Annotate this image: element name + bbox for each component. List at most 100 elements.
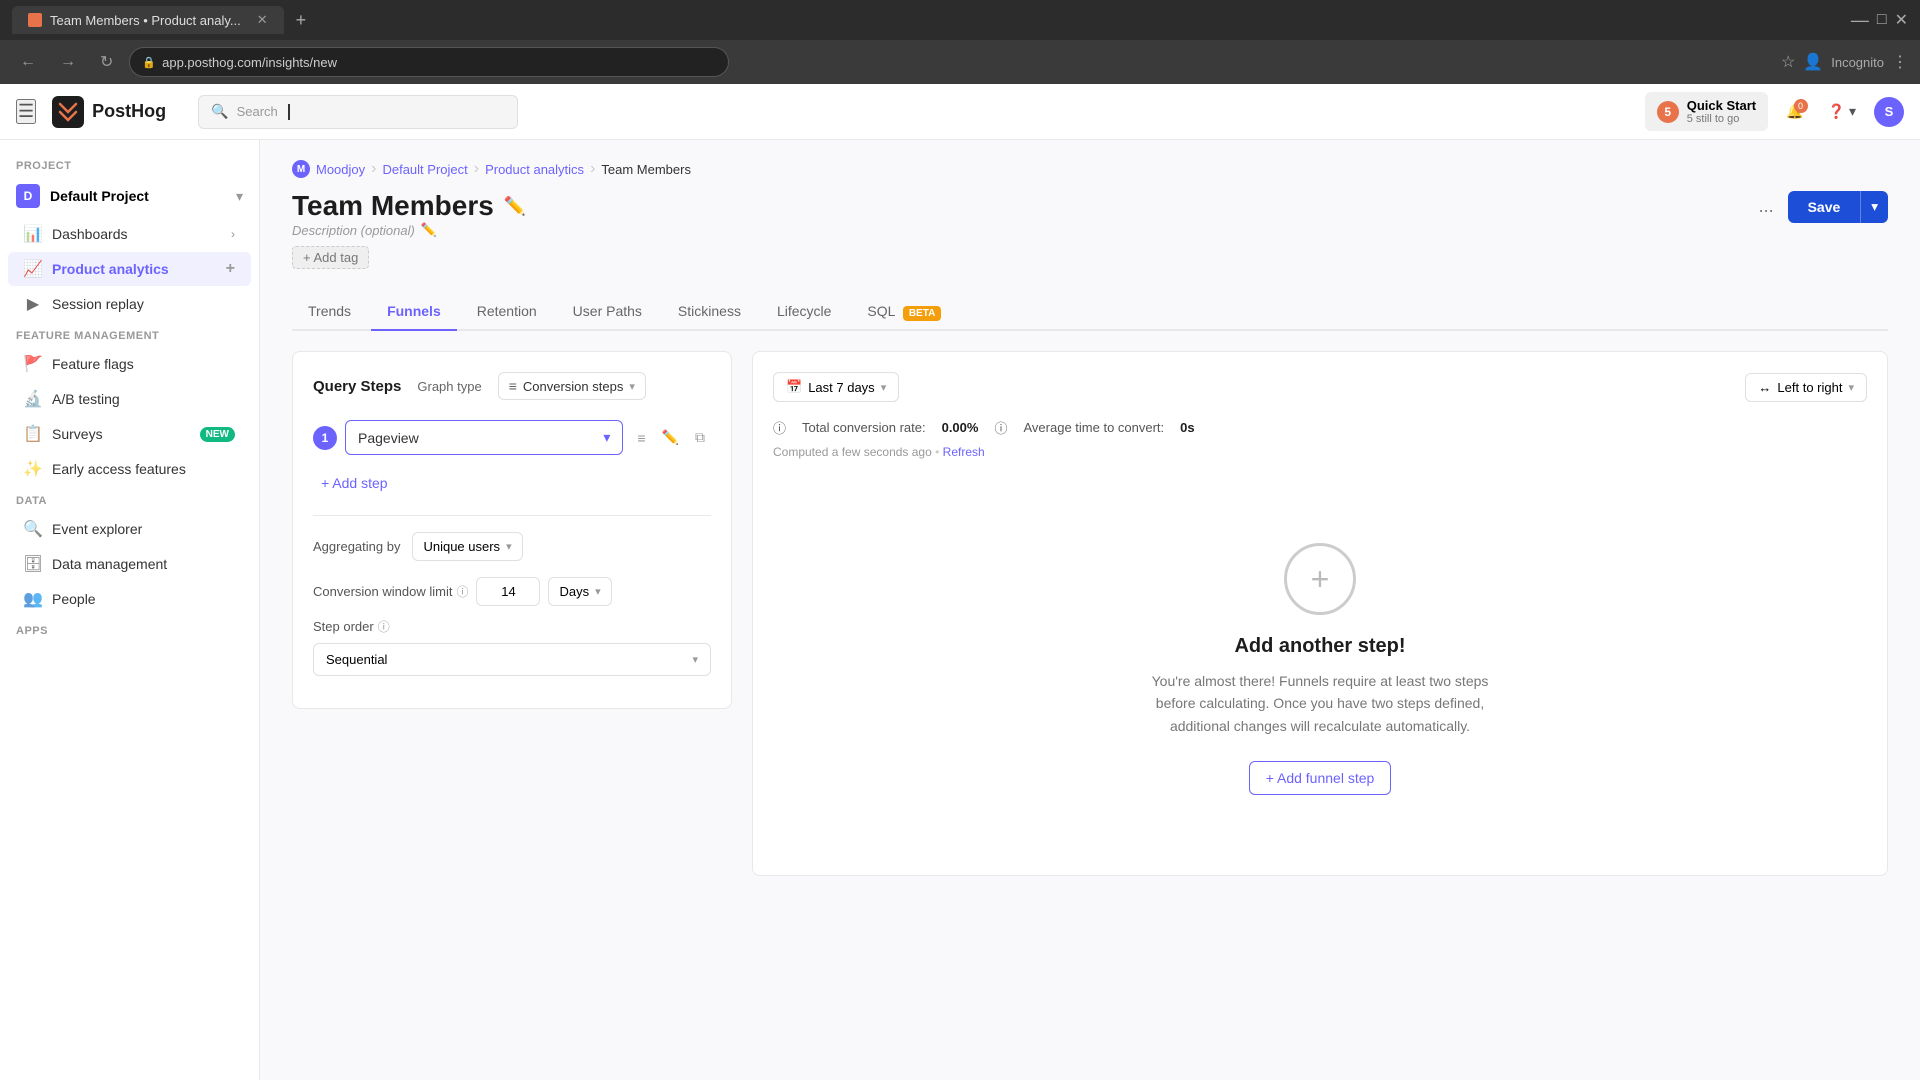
search-cursor: [288, 104, 290, 120]
tab-lifecycle[interactable]: Lifecycle: [761, 293, 847, 331]
url-text: app.posthog.com/insights/new: [162, 55, 337, 70]
add-tag-label: + Add tag: [303, 250, 358, 265]
forward-button[interactable]: →: [52, 49, 84, 75]
sidebar-item-people[interactable]: 👥 People: [8, 582, 251, 616]
notifications-button[interactable]: 🔔 0: [1780, 97, 1809, 126]
sidebar-item-session-replay[interactable]: ▶ Session replay: [8, 287, 251, 321]
project-selector[interactable]: D Default Project ▾: [0, 176, 259, 216]
add-tag-button[interactable]: + Add tag: [292, 246, 369, 269]
right-panel: 📅 Last 7 days ▾ ↔ Left to right ▾: [752, 351, 1888, 876]
tab-user-paths[interactable]: User Paths: [557, 293, 658, 331]
reload-button[interactable]: ↻: [92, 48, 121, 76]
data-management-icon: 🗄: [24, 555, 42, 573]
add-funnel-step-button[interactable]: + Add funnel step: [1249, 761, 1392, 795]
browser-tab[interactable]: Team Members • Product analy... ✕: [12, 6, 284, 34]
graph-type-value: Conversion steps: [523, 379, 623, 394]
conversion-window-info-icon[interactable]: ⓘ: [456, 583, 468, 600]
tab-trends[interactable]: Trends: [292, 293, 367, 331]
add-circle-icon: +: [1284, 543, 1356, 615]
aggregating-select[interactable]: Unique users ▾: [412, 532, 522, 561]
graph-type-select[interactable]: ≡ Conversion steps ▾: [498, 372, 646, 400]
tab-sql[interactable]: SQL BETA: [851, 293, 957, 331]
step-filter-button[interactable]: ≡: [631, 425, 651, 450]
window-close-button[interactable]: ✕: [1895, 10, 1908, 30]
step-copy-button[interactable]: ⧉: [689, 425, 711, 450]
aggregating-row: Aggregating by Unique users ▾: [313, 532, 711, 561]
tag-row: + Add tag: [292, 246, 526, 269]
help-button[interactable]: ❓ ▾: [1822, 97, 1862, 126]
back-button[interactable]: ←: [12, 49, 44, 75]
step-select-1[interactable]: Pageview ▾: [345, 420, 623, 455]
step-order-value: Sequential: [326, 652, 387, 667]
step-edit-button[interactable]: ✏️: [656, 425, 685, 450]
add-step-button[interactable]: + Add step: [313, 467, 711, 499]
early-access-label: Early access features: [52, 461, 235, 477]
product-analytics-icon: 📈: [24, 260, 42, 278]
breadcrumb-product-analytics[interactable]: Product analytics: [485, 162, 584, 177]
sidebar-item-surveys[interactable]: 📋 Surveys NEW: [8, 417, 251, 451]
step-dropdown-icon: ▾: [603, 429, 610, 446]
sidebar-item-early-access[interactable]: ✨ Early access features: [8, 452, 251, 486]
sidebar-item-ab-testing[interactable]: 🔬 A/B testing: [8, 382, 251, 416]
sidebar-item-feature-flags[interactable]: 🚩 Feature flags: [8, 347, 251, 381]
date-range-value: Last 7 days: [808, 380, 875, 395]
query-header: Query Steps Graph type ≡ Conversion step…: [313, 372, 711, 400]
add-step-label: + Add step: [321, 475, 388, 491]
save-dropdown-button[interactable]: ▾: [1860, 191, 1888, 223]
step-order-info-icon[interactable]: ⓘ: [378, 618, 390, 635]
breadcrumb-current: Team Members: [601, 162, 691, 177]
two-col-layout: Query Steps Graph type ≡ Conversion step…: [292, 351, 1888, 876]
sidebar-item-dashboards[interactable]: 📊 Dashboards ›: [8, 217, 251, 251]
search-bar[interactable]: 🔍 Search: [198, 95, 518, 129]
notification-badge: 0: [1794, 99, 1808, 113]
step-order-select[interactable]: Sequential ▾: [313, 643, 711, 676]
breadcrumb-project[interactable]: Moodjoy: [316, 162, 365, 177]
tab-funnels[interactable]: Funnels: [371, 293, 457, 331]
breadcrumb-chevron-2: ›: [474, 160, 479, 178]
tab-close-button[interactable]: ✕: [257, 12, 268, 28]
sidebar-item-data-management[interactable]: 🗄 Data management: [8, 547, 251, 581]
quick-start-button[interactable]: 5 Quick Start 5 still to go: [1645, 92, 1768, 131]
breadcrumb-project-icon: M: [292, 160, 310, 178]
conversion-window-unit: Days: [559, 584, 589, 599]
more-options-button[interactable]: ...: [1753, 190, 1780, 223]
early-access-icon: ✨: [24, 460, 42, 478]
description-row[interactable]: Description (optional) ✏️: [292, 222, 526, 238]
direction-select[interactable]: ↔ Left to right ▾: [1745, 373, 1867, 402]
hamburger-menu[interactable]: ☰: [16, 99, 36, 124]
top-bar-right: 5 Quick Start 5 still to go 🔔 0 ❓ ▾ S: [1645, 92, 1904, 131]
save-button[interactable]: Save: [1788, 191, 1861, 223]
top-bar: ☰ PostHog 🔍 Search 5 Quick Start 5 still…: [0, 84, 1920, 140]
minimize-button[interactable]: —: [1851, 10, 1869, 31]
address-bar[interactable]: 🔒 app.posthog.com/insights/new: [129, 47, 729, 77]
step-number-1: 1: [313, 426, 337, 450]
browser-chrome: Team Members • Product analy... ✕ + — □ …: [0, 0, 1920, 40]
maximize-button[interactable]: □: [1877, 11, 1887, 29]
edit-title-button[interactable]: ✏️: [504, 196, 526, 217]
session-replay-label: Session replay: [52, 296, 235, 312]
tab-retention[interactable]: Retention: [461, 293, 553, 331]
conversion-window-unit-select[interactable]: Days ▾: [548, 577, 611, 606]
date-range-picker[interactable]: 📅 Last 7 days ▾: [773, 372, 899, 402]
sidebar-item-event-explorer[interactable]: 🔍 Event explorer: [8, 512, 251, 546]
people-icon: 👥: [24, 590, 42, 608]
bookmark-icon[interactable]: ☆: [1781, 52, 1795, 72]
breadcrumb-default-project[interactable]: Default Project: [382, 162, 467, 177]
add-step-title: Add another step!: [1234, 635, 1405, 658]
tab-stickiness[interactable]: Stickiness: [662, 293, 757, 331]
main-content: M Moodjoy › Default Project › Product an…: [260, 140, 1920, 1080]
new-tab-button[interactable]: +: [296, 10, 307, 31]
description-text: Description (optional): [292, 223, 415, 238]
conversion-window-input[interactable]: [476, 577, 540, 606]
browser-navbar: ← → ↻ 🔒 app.posthog.com/insights/new ☆ 👤…: [0, 40, 1920, 84]
product-analytics-add-button[interactable]: +: [226, 260, 235, 278]
help-icon: ❓: [1828, 103, 1845, 120]
extensions-icon[interactable]: ⋮: [1892, 52, 1908, 72]
user-avatar[interactable]: S: [1874, 97, 1904, 127]
sidebar-item-product-analytics[interactable]: 📈 Product analytics +: [8, 252, 251, 286]
direction-value: Left to right: [1777, 380, 1842, 395]
profile-icon[interactable]: 👤: [1803, 52, 1823, 72]
refresh-link[interactable]: Refresh: [943, 445, 985, 459]
aggregating-label: Aggregating by: [313, 539, 400, 554]
direction-chevron: ▾: [1848, 381, 1854, 394]
